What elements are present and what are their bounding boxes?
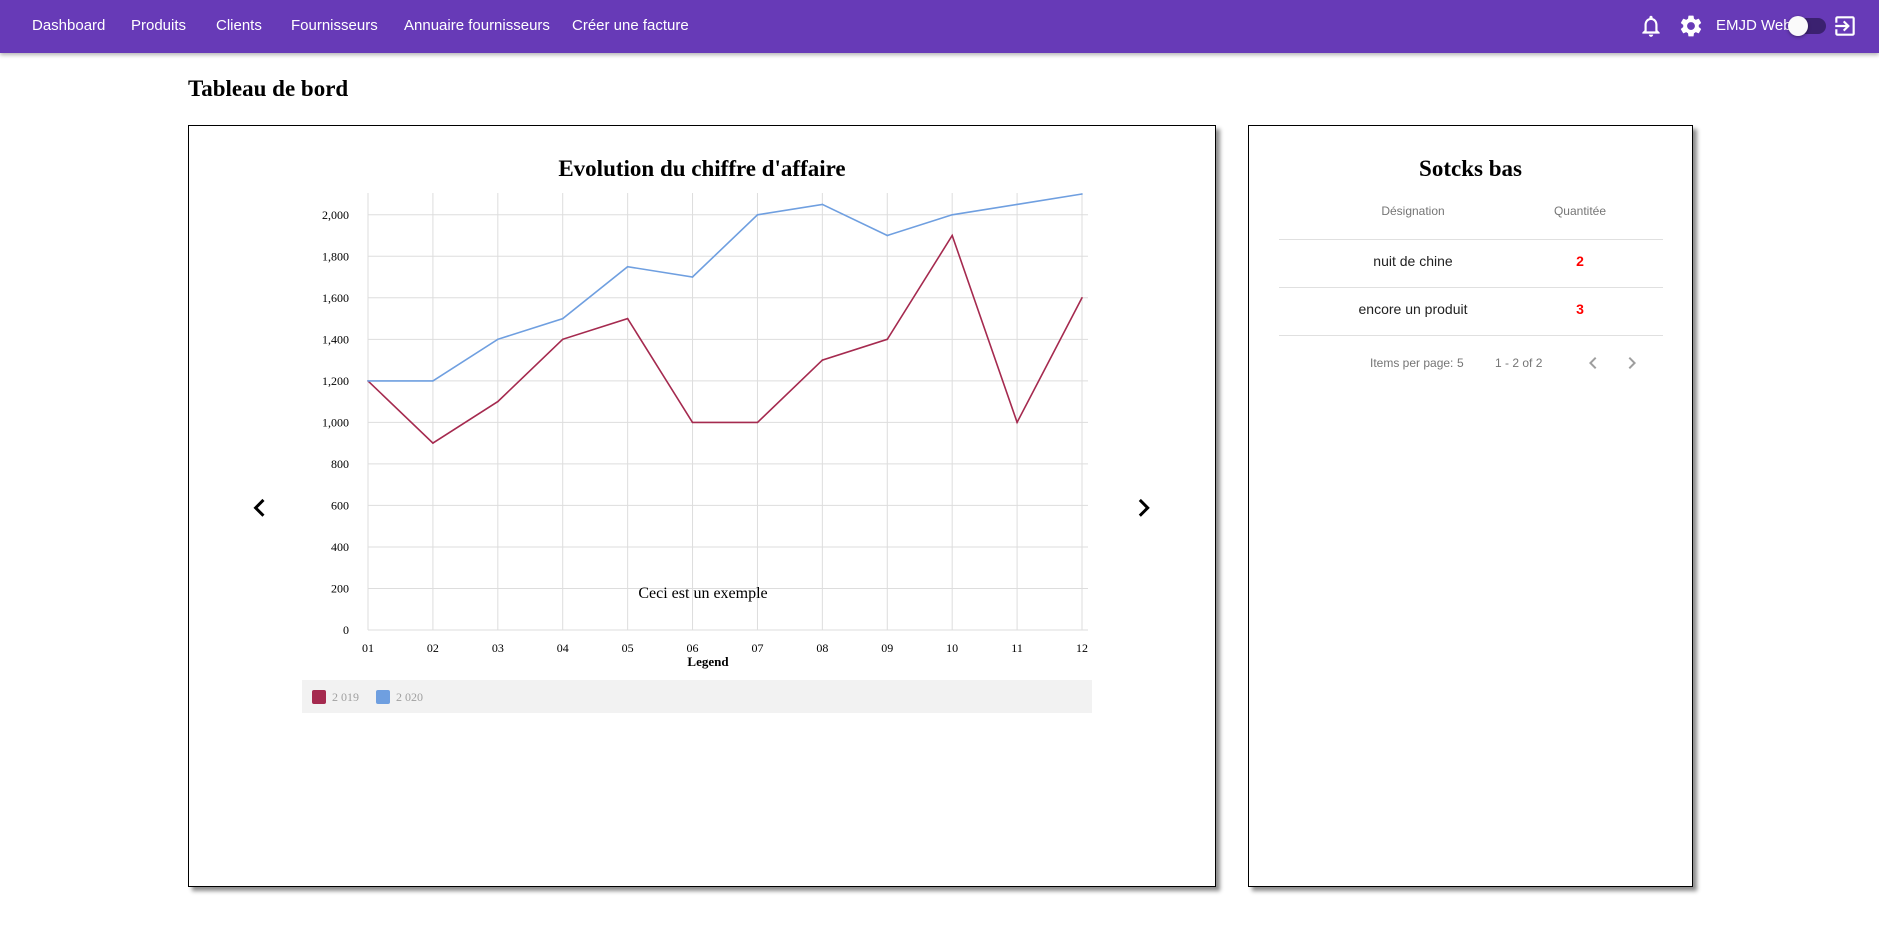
legend-swatch	[376, 690, 390, 704]
data-point	[951, 213, 953, 216]
legend-label: 2 020	[396, 690, 423, 704]
stock-row-name: nuit de chine	[1373, 253, 1453, 269]
y-tick-label: 400	[331, 540, 349, 554]
data-point	[821, 359, 824, 361]
column-header-quantite[interactable]: Quantitée	[1500, 204, 1660, 218]
y-tick-label: 1,200	[322, 374, 349, 388]
y-tick-label: 200	[331, 581, 349, 595]
page-title: Tableau de bord	[188, 76, 349, 101]
data-point	[432, 442, 434, 444]
x-tick-label: 10	[946, 641, 958, 655]
stock-row-qty: 2	[1576, 253, 1584, 269]
data-point	[691, 421, 694, 424]
x-tick-label: 06	[687, 641, 699, 655]
low-stock-card: Sotcks bas Désignation Quantitée nuit de…	[1248, 125, 1693, 887]
data-point	[432, 380, 434, 382]
nav-clients[interactable]: Clients	[216, 0, 262, 53]
data-point	[561, 338, 564, 341]
nav-fournisseurs[interactable]: Fournisseurs	[291, 0, 378, 53]
data-point	[497, 338, 499, 341]
nav-dashboard[interactable]: Dashboard	[32, 0, 105, 53]
data-point	[821, 203, 824, 206]
data-point	[367, 380, 369, 382]
y-tick-label: 800	[331, 457, 349, 471]
x-tick-label: 11	[1011, 641, 1023, 655]
row-divider	[1279, 335, 1663, 336]
y-tick-label: 0	[343, 623, 349, 637]
nav-annuaire-fournisseurs[interactable]: Annuaire fournisseurs	[404, 0, 550, 53]
logout-icon[interactable]	[1832, 13, 1858, 39]
chart-title: Evolution du chiffre d'affaire	[558, 156, 846, 181]
nav-produits[interactable]: Produits	[131, 0, 186, 53]
chevron-left-icon[interactable]	[243, 490, 277, 524]
header-divider	[1279, 239, 1663, 240]
y-tick-label: 2,000	[322, 208, 349, 222]
x-axis-label: Legend	[687, 654, 729, 669]
x-tick-label: 04	[557, 641, 569, 655]
nav-creer-facture[interactable]: Créer une facture	[572, 0, 689, 53]
chevron-right-icon[interactable]	[1126, 490, 1160, 524]
theme-toggle[interactable]	[1788, 16, 1826, 36]
x-tick-label: 01	[362, 641, 374, 655]
legend-swatch	[312, 690, 326, 704]
stock-row-name: encore un produit	[1358, 301, 1468, 317]
x-tick-label: 02	[427, 641, 439, 655]
data-point	[497, 400, 499, 403]
x-tick-label: 03	[492, 641, 504, 655]
legend-label: 2 019	[332, 690, 359, 704]
y-tick-label: 1,000	[322, 415, 349, 429]
row-divider	[1279, 287, 1663, 288]
data-point	[886, 234, 889, 237]
items-per-page-label: Items per page:	[1370, 356, 1454, 370]
data-point	[561, 317, 564, 320]
data-point	[626, 317, 629, 320]
y-tick-label: 1,400	[322, 332, 349, 346]
revenue-chart: 0 200 400 600 800 1,000 1,200 1,400 1,600 1,800 2,…	[302, 193, 1092, 713]
revenue-chart-card: 0 200 400 600 800 1,000 1,200 1,400 1,600 1,800 2,…	[188, 125, 1216, 887]
data-point	[1081, 193, 1083, 195]
data-point	[1016, 203, 1018, 206]
x-tick-label: 08	[816, 641, 828, 655]
next-page-button[interactable]	[1620, 351, 1644, 375]
bell-icon[interactable]	[1638, 13, 1664, 39]
y-tick-label: 600	[331, 498, 349, 512]
x-tick-label: 07	[751, 641, 763, 655]
paginator-range: 1 - 2 of 2	[1495, 356, 1543, 370]
toggle-knob	[1788, 16, 1808, 36]
previous-page-button[interactable]	[1581, 351, 1605, 375]
column-header-designation[interactable]: Désignation	[1333, 204, 1493, 218]
chart-annotation: Ceci est un exemple	[638, 585, 767, 602]
x-tick-label: 05	[622, 641, 634, 655]
stock-title: Sotcks bas	[1419, 156, 1522, 181]
stock-row-qty: 3	[1576, 301, 1584, 317]
data-point	[756, 213, 759, 216]
items-per-page-select[interactable]: 5	[1457, 356, 1464, 370]
app-name: EMJD Web	[1716, 17, 1792, 34]
series-line-1	[368, 193, 1083, 382]
data-point	[886, 338, 889, 341]
y-tick-label: 1,800	[322, 249, 349, 263]
data-point	[756, 421, 759, 424]
top-navbar: Dashboard Produits Clients Fournisseurs …	[0, 0, 1879, 53]
x-tick-label: 09	[881, 641, 893, 655]
x-tick-label: 12	[1076, 641, 1088, 655]
data-point	[951, 234, 953, 237]
data-point	[691, 276, 694, 278]
y-tick-label: 1,600	[322, 291, 349, 305]
data-point	[1081, 297, 1083, 299]
gear-icon[interactable]	[1678, 13, 1704, 39]
data-point	[1016, 421, 1018, 424]
data-point	[626, 265, 629, 268]
